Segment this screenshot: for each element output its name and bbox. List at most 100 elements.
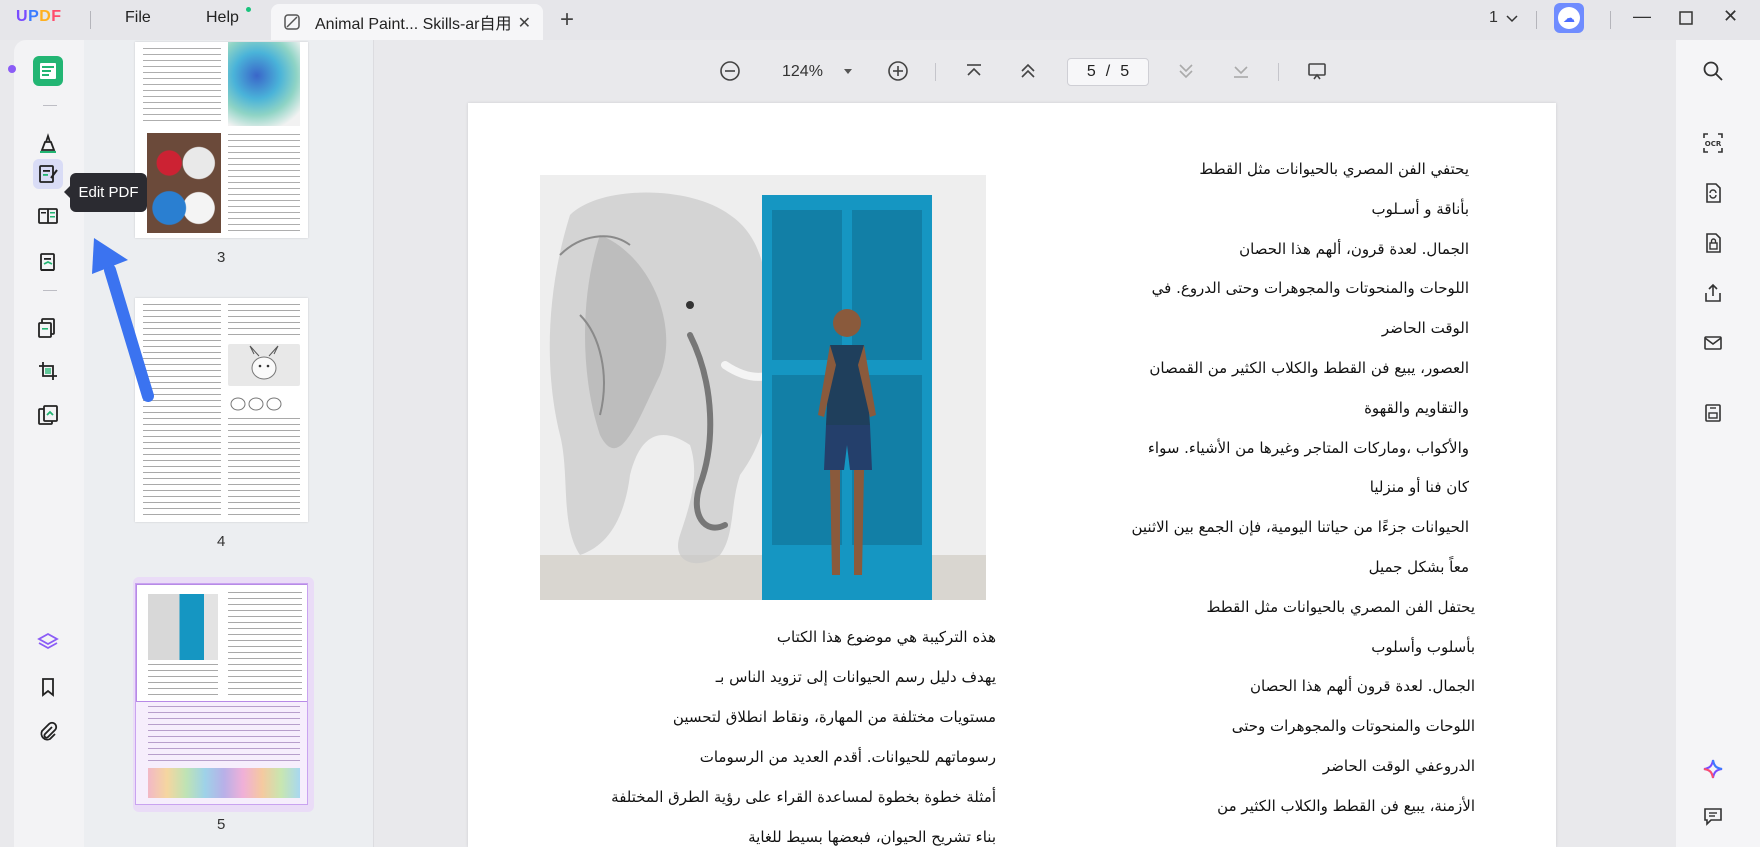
text-line: الأزمنة، يبيع فن القطط والكلاب الكثير من bbox=[1217, 796, 1475, 815]
watercolor-image bbox=[228, 42, 300, 126]
zoom-level[interactable]: 124% bbox=[782, 63, 823, 81]
text-line: والأكواب ،وماركات المتاجر وغيرها من الأش… bbox=[1147, 438, 1469, 457]
menu-help[interactable]: Help bbox=[206, 9, 239, 27]
text-line: والتقاويم والقهوة bbox=[1364, 398, 1469, 417]
text-line: الدروعفي الوقت الحاضر bbox=[1322, 757, 1475, 775]
thumbnail-page-3[interactable] bbox=[135, 42, 308, 238]
toolbar-separator bbox=[935, 63, 936, 81]
page-tools-icon bbox=[38, 405, 58, 425]
document-tab-icon bbox=[283, 13, 301, 31]
total-pages: 5 bbox=[1120, 63, 1130, 80]
layers-button[interactable] bbox=[33, 627, 63, 657]
zoom-in-icon[interactable] bbox=[887, 60, 909, 88]
text-lines bbox=[143, 48, 221, 126]
save-icon[interactable] bbox=[1700, 400, 1726, 426]
page-number-input[interactable]: 5 / 5 bbox=[1067, 58, 1149, 86]
text-lines bbox=[228, 592, 302, 698]
document-tab[interactable]: Animal Paint... Skills-ar自用 ✕ bbox=[271, 4, 543, 40]
next-page-icon[interactable] bbox=[1176, 60, 1196, 88]
right-text-column[interactable]: يحتفي الفن المصري بالحيوانات مثل القطط بأ… bbox=[1100, 160, 1475, 847]
text-line: بأسلوب وأسلوب bbox=[1371, 637, 1475, 656]
paint-cups-image bbox=[147, 133, 221, 233]
convert-file-icon[interactable] bbox=[1700, 180, 1726, 206]
protect-pdf-icon[interactable] bbox=[1700, 230, 1726, 256]
user-avatar[interactable]: ☁ bbox=[1554, 3, 1584, 33]
text-line: الجمال. لعدة قرون، ألهم هذا الحصان bbox=[1239, 239, 1469, 258]
text-line: بناء تشريح الحيوان، فبعضها بسيط للغاية bbox=[748, 828, 996, 846]
thumbnail-label: 3 bbox=[217, 249, 226, 266]
comment-panel-icon[interactable] bbox=[1700, 803, 1726, 829]
layers-icon bbox=[37, 632, 59, 650]
document-tab-title: Animal Paint... Skills-ar自用 bbox=[315, 16, 512, 33]
colored-pencils-image bbox=[148, 768, 300, 798]
toolbar-separator bbox=[1278, 63, 1279, 81]
text-line: هذه التركيبة هي موضوع هذا الكتاب bbox=[776, 628, 996, 646]
text-lines bbox=[228, 418, 300, 518]
comment-tool-button[interactable] bbox=[33, 129, 63, 159]
title-separator bbox=[90, 11, 91, 29]
text-line: بأناقة و أسـلوب bbox=[1371, 199, 1469, 218]
form-icon bbox=[40, 253, 55, 271]
bookmarks-button[interactable] bbox=[33, 672, 63, 702]
text-line: يحتفل الفن المصري بالحيوانات مثل القطط bbox=[1206, 597, 1475, 616]
elephant-mural-photo bbox=[540, 175, 986, 600]
avatar-icon: ☁ bbox=[1558, 7, 1580, 29]
zoom-dropdown-icon[interactable] bbox=[842, 60, 854, 88]
title-separator bbox=[1536, 11, 1537, 29]
rail-separator bbox=[43, 290, 57, 291]
chevron-down-icon[interactable] bbox=[1505, 6, 1519, 29]
convert-pdf-button[interactable] bbox=[33, 313, 63, 343]
text-line: معاً بشكل جميل bbox=[1368, 558, 1469, 576]
page-tools-button[interactable] bbox=[33, 400, 63, 430]
text-line: كان فنا أو منزليا bbox=[1369, 478, 1469, 497]
zoom-out-icon[interactable] bbox=[719, 60, 741, 88]
paperclip-icon bbox=[40, 721, 58, 741]
thumbnail-page-5[interactable] bbox=[135, 583, 308, 805]
text-line: مستويات مختلفة من المهارة، ونقاط انطلاق … bbox=[672, 708, 996, 726]
fill-sign-button[interactable] bbox=[33, 247, 63, 277]
edit-pdf-button[interactable] bbox=[33, 159, 63, 189]
convert-icon bbox=[38, 318, 55, 338]
menu-file[interactable]: File bbox=[125, 9, 151, 27]
dog-sketch-image bbox=[228, 344, 300, 386]
text-lines bbox=[148, 706, 300, 764]
reader-mode-button[interactable] bbox=[33, 56, 63, 86]
text-lines bbox=[148, 664, 218, 698]
share-icon[interactable] bbox=[1700, 280, 1726, 306]
page-separator: / bbox=[1105, 63, 1111, 80]
text-line: رسوماتهم للحيوانات. أقدم العديد من الرسو… bbox=[699, 748, 996, 766]
text-line: الحيوانات جزءًا من حياتنا اليومية، فإن ا… bbox=[1131, 518, 1469, 537]
close-tab-icon[interactable]: ✕ bbox=[518, 13, 531, 33]
new-tab-plus-icon[interactable]: + bbox=[560, 6, 574, 34]
bookmark-icon bbox=[42, 678, 54, 697]
elephant-door-image bbox=[148, 594, 218, 660]
right-tool-panel bbox=[1676, 40, 1760, 847]
tooltip-text: Edit PDF bbox=[78, 184, 139, 201]
organize-pages-button[interactable] bbox=[33, 201, 63, 231]
rail-separator bbox=[43, 105, 57, 106]
previous-page-icon[interactable] bbox=[1018, 60, 1038, 88]
minimize-icon[interactable]: — bbox=[1633, 6, 1651, 27]
open-window-count[interactable]: 1 bbox=[1489, 9, 1498, 27]
first-page-icon[interactable] bbox=[964, 60, 984, 88]
email-icon[interactable] bbox=[1700, 330, 1726, 356]
text-lines bbox=[228, 304, 300, 340]
current-page: 5 bbox=[1086, 63, 1096, 80]
page-layout-icon bbox=[38, 208, 58, 224]
svg-text:OCR: OCR bbox=[1705, 140, 1722, 148]
search-icon[interactable] bbox=[1700, 58, 1726, 84]
last-page-icon[interactable] bbox=[1231, 60, 1251, 88]
close-window-icon[interactable]: ✕ bbox=[1723, 6, 1738, 27]
presentation-icon[interactable] bbox=[1306, 60, 1328, 88]
text-line: اللوحات والمنحوتات والمجوهرات وحتى bbox=[1231, 717, 1475, 736]
title-bar: UPDF File Help Animal Paint... Skills-ar… bbox=[0, 0, 1760, 40]
ocr-icon[interactable]: OCR bbox=[1700, 130, 1726, 156]
attachments-button[interactable] bbox=[33, 717, 63, 747]
ai-assistant-icon[interactable] bbox=[1700, 756, 1726, 782]
crop-pages-button[interactable] bbox=[33, 356, 63, 386]
highlighter-icon bbox=[40, 133, 56, 153]
crop-icon bbox=[39, 362, 57, 380]
maximize-icon[interactable] bbox=[1678, 5, 1694, 31]
text-line: يحتفي الفن المصري بالحيوانات مثل القطط bbox=[1199, 160, 1469, 178]
left-text-column[interactable]: هذه التركيبة هي موضوع هذا الكتاب يهدف دلي… bbox=[560, 628, 996, 847]
